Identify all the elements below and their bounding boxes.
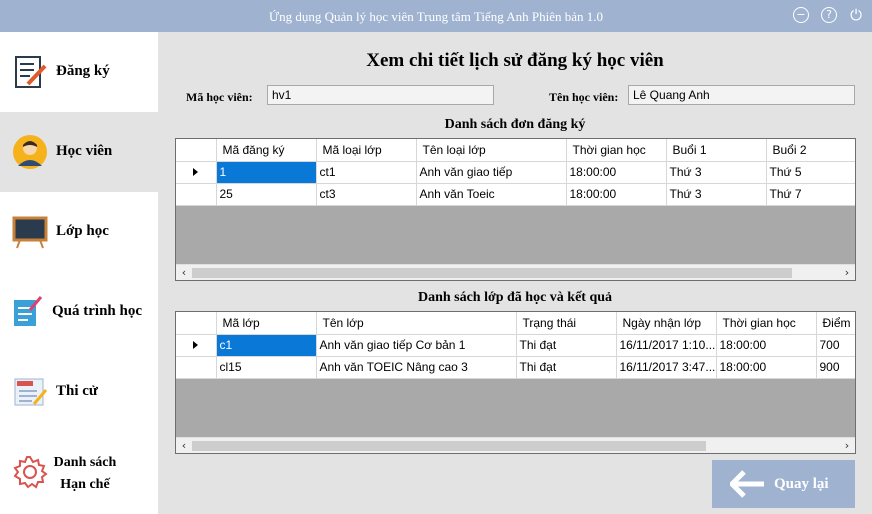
sidebar-item-classes[interactable]: Lớp học [0, 192, 158, 272]
student-name-label: Tên học viên: [549, 90, 619, 104]
sidebar-item-label-line2: Hạn chế [60, 477, 110, 492]
grid-header-row: Mã lớp Tên lớp Trạng thái Ngày nhận lớp … [176, 312, 855, 335]
column-header[interactable]: Mã lớp [216, 312, 317, 335]
column-header[interactable]: Buổi 2 [766, 139, 855, 162]
column-header[interactable]: Điểm [816, 312, 855, 335]
student-icon [13, 135, 47, 169]
window-title: Ứng dụng Quản lý học viên Trung tâm Tiến… [268, 9, 603, 24]
gear-icon [13, 456, 48, 489]
scroll-right-icon[interactable]: › [840, 266, 854, 280]
horizontal-scrollbar[interactable]: ‹ › [176, 437, 855, 453]
sidebar: Đăng ký Học viên Lớp học Quá trình học T… [0, 32, 158, 514]
sidebar-item-label: Danh sách Hạn chế [52, 452, 118, 496]
table-cell[interactable]: 1 [216, 161, 317, 184]
classes-grid[interactable]: Mã lớp Tên lớp Trạng thái Ngày nhận lớp … [175, 311, 856, 454]
table-cell[interactable]: Thi đạt [516, 356, 617, 379]
table-row[interactable]: c1 Anh văn giao tiếp Cơ bản 1 Thi đạt 16… [176, 334, 855, 357]
column-header[interactable]: Thời gian học [566, 139, 667, 162]
page-title: Xem chi tiết lịch sử đăng ký học viên [366, 50, 664, 71]
table-cell[interactable]: Thứ 7 [766, 183, 855, 206]
table-cell[interactable]: ct3 [316, 183, 417, 206]
table-cell[interactable]: 900 [816, 356, 855, 379]
title-bar: Ứng dụng Quản lý học viên Trung tâm Tiến… [0, 0, 872, 32]
table-cell[interactable]: cl15 [216, 356, 317, 379]
row-header-corner [176, 139, 217, 162]
power-icon[interactable]: ⏻ [848, 7, 864, 23]
sidebar-item-label: Đăng ký [56, 63, 110, 79]
scroll-left-icon[interactable]: ‹ [177, 266, 191, 280]
classes-title: Danh sách lớp đã học và kết quả [417, 290, 613, 305]
sidebar-item-restricted-list[interactable]: Danh sách Hạn chế [0, 432, 158, 512]
classroom-board-icon [12, 216, 48, 249]
sidebar-item-label: Quá trình học [52, 303, 143, 319]
current-row-indicator[interactable] [176, 334, 217, 357]
table-cell[interactable]: Thứ 3 [666, 183, 767, 206]
column-header[interactable]: Thời gian học [716, 312, 817, 335]
column-header[interactable]: Tên loại lớp [416, 139, 567, 162]
table-cell[interactable]: 18:00:00 [716, 334, 817, 357]
horizontal-scrollbar[interactable]: ‹ › [176, 264, 855, 280]
sidebar-item-learning-progress[interactable]: Quá trình học [0, 272, 158, 352]
scrollbar-thumb[interactable] [192, 441, 706, 451]
sidebar-item-register[interactable]: Đăng ký [0, 32, 158, 112]
table-cell[interactable]: Thứ 3 [666, 161, 767, 184]
table-cell[interactable]: c1 [216, 334, 317, 357]
main-panel: Xem chi tiết lịch sử đăng ký học viên Mã… [158, 32, 872, 514]
table-cell[interactable]: 16/11/2017 1:10... [616, 334, 717, 357]
table-cell[interactable]: ct1 [316, 161, 417, 184]
sidebar-item-students[interactable]: Học viên [0, 112, 158, 192]
learning-progress-icon [14, 296, 42, 326]
back-button[interactable]: Quay lại [712, 460, 855, 508]
row-header[interactable] [176, 356, 217, 379]
column-header[interactable]: Ngày nhận lớp [616, 312, 717, 335]
help-icon[interactable]: ? [821, 7, 837, 23]
table-cell[interactable]: Thứ 5 [766, 161, 855, 184]
scroll-left-icon[interactable]: ‹ [177, 439, 191, 453]
table-cell[interactable]: 700 [816, 334, 855, 357]
exam-icon [14, 378, 48, 406]
sidebar-item-label: Học viên [56, 143, 113, 159]
student-id-label: Mã học viên: [186, 90, 253, 104]
sidebar-item-exam[interactable]: Thi cử [0, 352, 158, 432]
student-name-field[interactable]: Lê Quang Anh [628, 85, 855, 105]
table-cell[interactable]: 25 [216, 183, 317, 206]
scroll-right-icon[interactable]: › [840, 439, 854, 453]
table-cell[interactable]: 18:00:00 [566, 161, 667, 184]
table-row[interactable]: 1 ct1 Anh văn giao tiếp 18:00:00 Thứ 3 T… [176, 161, 855, 184]
row-header-corner [176, 312, 217, 335]
table-cell[interactable]: Thi đạt [516, 334, 617, 357]
row-pointer-icon [193, 341, 199, 349]
table-cell[interactable]: Anh văn TOEIC Nâng cao 3 [316, 356, 517, 379]
column-header[interactable]: Tên lớp [316, 312, 517, 335]
table-cell[interactable]: 18:00:00 [716, 356, 817, 379]
grid-header-row: Mã đăng ký Mã loại lớp Tên loại lớp Thời… [176, 139, 855, 162]
table-cell[interactable]: Anh văn Toeic [416, 183, 567, 206]
table-cell[interactable]: Anh văn giao tiếp [416, 161, 567, 184]
row-pointer-icon [193, 168, 199, 176]
student-id-field[interactable]: hv1 [267, 85, 494, 105]
sidebar-item-label: Lớp học [56, 223, 109, 239]
register-icon [15, 56, 47, 88]
current-row-indicator[interactable] [176, 161, 217, 184]
arrow-left-icon [730, 470, 764, 498]
column-header[interactable]: Mã đăng ký [216, 139, 317, 162]
sidebar-item-label: Thi cử [56, 383, 98, 399]
scrollbar-thumb[interactable] [192, 268, 792, 278]
sidebar-item-label-line1: Danh sách [53, 455, 117, 470]
table-row[interactable]: 25 ct3 Anh văn Toeic 18:00:00 Thứ 3 Thứ … [176, 183, 855, 206]
minimize-icon[interactable]: − [793, 7, 809, 23]
table-cell[interactable]: 18:00:00 [566, 183, 667, 206]
table-row[interactable]: cl15 Anh văn TOEIC Nâng cao 3 Thi đạt 16… [176, 356, 855, 379]
column-header[interactable]: Buổi 1 [666, 139, 767, 162]
column-header[interactable]: Trạng thái [516, 312, 617, 335]
table-cell[interactable]: 16/11/2017 3:47... [616, 356, 717, 379]
row-header[interactable] [176, 183, 217, 206]
column-header[interactable]: Mã loại lớp [316, 139, 417, 162]
table-cell[interactable]: Anh văn giao tiếp Cơ bản 1 [316, 334, 517, 357]
back-button-label: Quay lại [774, 476, 829, 492]
registrations-grid[interactable]: Mã đăng ký Mã loại lớp Tên loại lớp Thời… [175, 138, 856, 281]
registrations-title: Danh sách đơn đăng ký [444, 117, 586, 132]
